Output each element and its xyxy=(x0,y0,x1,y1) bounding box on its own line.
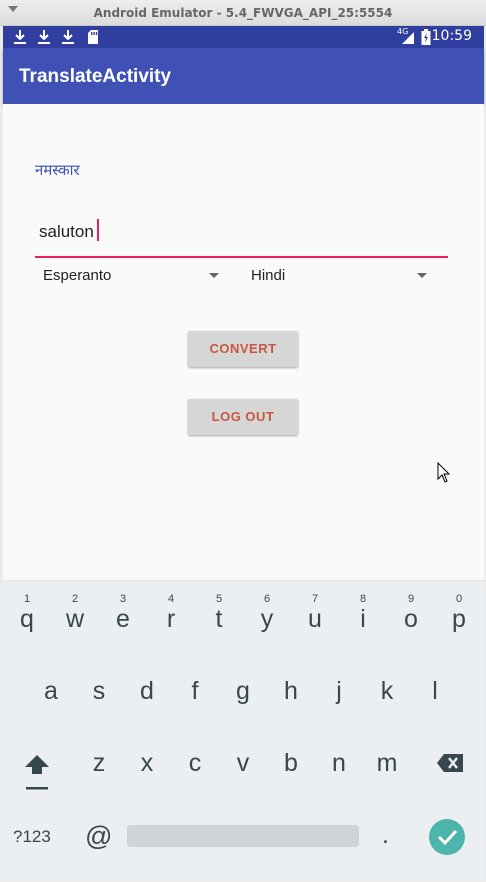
key-hint: 2 xyxy=(71,593,79,605)
key-label: a xyxy=(44,677,58,705)
chevron-down-icon xyxy=(417,273,427,278)
key-label: f xyxy=(191,677,199,705)
key-label: u xyxy=(308,605,322,633)
enter-key[interactable] xyxy=(429,819,465,855)
key-hint: 3 xyxy=(119,593,127,605)
period-key[interactable]: . xyxy=(382,821,389,850)
key-h[interactable]: h xyxy=(267,659,315,719)
key-e[interactable]: 3e xyxy=(99,585,147,645)
key-label: v xyxy=(236,749,250,777)
key-hint: 8 xyxy=(359,593,367,605)
enter-check-icon xyxy=(437,829,458,846)
key-r[interactable]: 4r xyxy=(147,585,195,645)
text-input-container[interactable] xyxy=(35,214,448,258)
source-text-input[interactable] xyxy=(39,222,439,242)
key-u[interactable]: 7u xyxy=(291,585,339,645)
key-hint: 5 xyxy=(215,593,223,605)
key-label: i xyxy=(360,605,366,633)
key-label: r xyxy=(166,605,176,633)
chevron-down-icon xyxy=(209,273,219,278)
key-y[interactable]: 6y xyxy=(243,585,291,645)
at-key[interactable]: @ xyxy=(85,821,112,852)
signal-icon xyxy=(402,32,414,44)
key-x[interactable]: x xyxy=(123,733,171,793)
emulator-window-titlebar: Android Emulator - 5.4_FWVGA_API_25:5554 xyxy=(0,0,486,26)
key-label: q xyxy=(20,605,34,633)
key-label: d xyxy=(140,677,154,705)
source-language-label: Esperanto xyxy=(43,267,112,284)
mouse-pointer-icon xyxy=(437,462,451,483)
key-label: n xyxy=(332,749,346,777)
key-label: h xyxy=(284,677,298,705)
key-t[interactable]: 5t xyxy=(195,585,243,645)
key-label: b xyxy=(284,749,298,777)
backspace-icon[interactable] xyxy=(436,753,464,773)
sd-card-icon xyxy=(88,30,98,44)
key-k[interactable]: k xyxy=(363,659,411,719)
key-label: z xyxy=(92,749,106,777)
key-j[interactable]: j xyxy=(315,659,363,719)
key-q[interactable]: 1q xyxy=(3,585,51,645)
key-label: o xyxy=(404,605,418,633)
key-label: e xyxy=(116,605,130,633)
source-language-spinner[interactable]: Esperanto xyxy=(35,262,229,290)
target-language-label: Hindi xyxy=(251,267,286,284)
key-label: c xyxy=(188,749,202,777)
symbols-key[interactable]: ?123 xyxy=(13,827,51,847)
text-cursor xyxy=(97,219,99,241)
key-label: s xyxy=(92,677,106,705)
convert-button[interactable]: CONVERT xyxy=(188,331,298,367)
key-o[interactable]: 9o xyxy=(387,585,435,645)
key-label: l xyxy=(432,677,438,705)
translation-result: नमस्कार xyxy=(35,161,80,179)
status-bar: 4G 10:59 xyxy=(3,26,484,48)
download-icon xyxy=(38,30,50,44)
window-title: Android Emulator - 5.4_FWVGA_API_25:5554 xyxy=(93,6,393,20)
key-n[interactable]: n xyxy=(315,733,363,793)
key-c[interactable]: c xyxy=(171,733,219,793)
soft-keyboard: 1q2w3e4r5t6y7u8i9o0p asdfghjkl zxcvbnm ?… xyxy=(3,580,484,880)
key-m[interactable]: m xyxy=(363,733,411,793)
key-label: t xyxy=(215,605,223,633)
logout-button[interactable]: LOG OUT xyxy=(188,399,298,435)
status-time: 10:59 xyxy=(431,28,472,44)
key-label: g xyxy=(236,677,250,705)
key-p[interactable]: 0p xyxy=(435,585,483,645)
space-bar[interactable] xyxy=(127,825,359,847)
key-b[interactable]: b xyxy=(267,733,315,793)
key-f[interactable]: f xyxy=(171,659,219,719)
key-hint: 6 xyxy=(263,593,271,605)
key-label: j xyxy=(336,677,342,705)
page-title: TranslateActivity xyxy=(19,66,172,87)
key-hint: 0 xyxy=(455,593,463,605)
download-icon xyxy=(62,30,74,44)
key-i[interactable]: 8i xyxy=(339,585,387,645)
key-label: y xyxy=(260,605,274,633)
emulator-screen: Android Emulator - 5.4_FWVGA_API_25:5554… xyxy=(0,0,486,882)
key-hint: 1 xyxy=(23,593,31,605)
target-language-spinner[interactable]: Hindi xyxy=(243,262,437,290)
main-content: नमस्कार Esperanto Hindi CONVERT LOG OUT xyxy=(3,104,484,580)
key-label: m xyxy=(376,749,398,777)
shift-icon[interactable] xyxy=(21,751,53,791)
key-hint: 4 xyxy=(167,593,175,605)
key-w[interactable]: 2w xyxy=(51,585,99,645)
key-d[interactable]: d xyxy=(123,659,171,719)
key-z[interactable]: z xyxy=(75,733,123,793)
key-hint: 7 xyxy=(311,593,319,605)
key-label: w xyxy=(65,605,85,633)
key-label: k xyxy=(380,677,394,705)
app-bar: TranslateActivity xyxy=(3,48,484,104)
key-a[interactable]: a xyxy=(27,659,75,719)
key-s[interactable]: s xyxy=(75,659,123,719)
key-label: x xyxy=(140,749,154,777)
key-label: p xyxy=(452,605,466,633)
download-icon xyxy=(14,30,26,44)
key-v[interactable]: v xyxy=(219,733,267,793)
key-g[interactable]: g xyxy=(219,659,267,719)
battery-charging-icon xyxy=(421,29,431,45)
key-hint: 9 xyxy=(407,593,415,605)
key-l[interactable]: l xyxy=(411,659,459,719)
